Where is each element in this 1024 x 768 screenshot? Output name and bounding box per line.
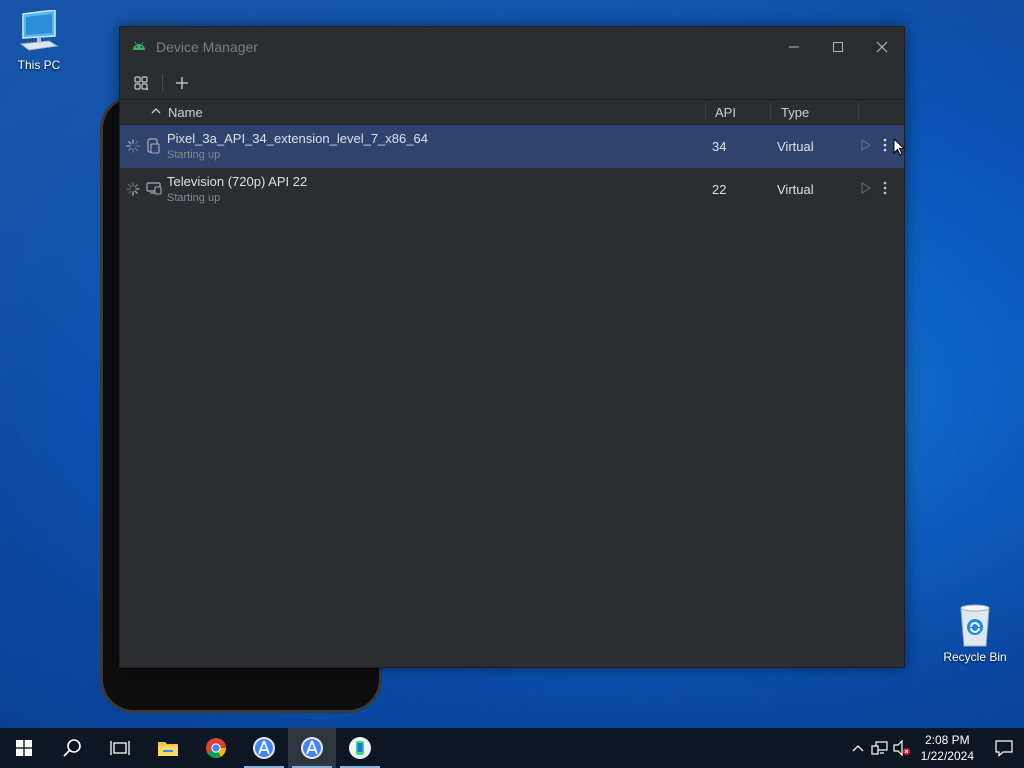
recycle-bin-icon bbox=[951, 602, 999, 648]
toolbar-separator bbox=[162, 74, 163, 92]
device-manager-window: Device Manager Name API Type Pixel_3a_AP… bbox=[119, 26, 905, 668]
desktop: This PC Recycle Bin Device Manager Name … bbox=[0, 0, 1024, 728]
column-header-type[interactable]: Type bbox=[781, 105, 809, 120]
file-explorer-icon bbox=[158, 742, 178, 756]
search-icon bbox=[63, 739, 81, 757]
device-type: Virtual bbox=[777, 139, 814, 154]
task-view-icon bbox=[110, 741, 130, 755]
taskbar: 2:08 PM 1/22/2024 bbox=[0, 728, 1024, 768]
table-row[interactable]: Television (720p) API 22 Starting up 22 … bbox=[120, 168, 904, 211]
device-api: 34 bbox=[712, 139, 727, 154]
notification-icon bbox=[995, 740, 1013, 757]
android-icon bbox=[132, 38, 146, 56]
desktop-icon-this-pc[interactable]: This PC bbox=[1, 9, 77, 72]
tv-device-icon bbox=[146, 181, 162, 200]
window-titlebar[interactable]: Device Manager bbox=[120, 27, 904, 67]
run-device-button[interactable] bbox=[860, 181, 872, 200]
device-api: 22 bbox=[712, 182, 727, 197]
network-icon bbox=[871, 741, 888, 755]
group-devices-icon bbox=[134, 76, 148, 90]
task-view-button[interactable] bbox=[96, 728, 144, 768]
device-name: Pixel_3a_API_34_extension_level_7_x86_64 bbox=[167, 131, 428, 146]
network-button[interactable] bbox=[869, 728, 891, 768]
close-button[interactable] bbox=[860, 27, 904, 67]
column-header-api[interactable]: API bbox=[715, 105, 736, 120]
column-header-name[interactable]: Name bbox=[168, 105, 203, 120]
window-controls bbox=[772, 27, 904, 67]
device-status: Starting up bbox=[167, 149, 221, 161]
add-device-button[interactable] bbox=[171, 72, 193, 94]
android-studio-button[interactable] bbox=[240, 728, 288, 768]
run-device-button[interactable] bbox=[860, 138, 872, 157]
desktop-icon-label: Recycle Bin bbox=[943, 650, 1007, 664]
group-devices-button[interactable] bbox=[130, 72, 152, 94]
emulator-button[interactable] bbox=[336, 728, 384, 768]
taskbar-clock[interactable]: 2:08 PM 1/22/2024 bbox=[913, 732, 984, 764]
sort-ascending-icon[interactable] bbox=[150, 104, 162, 121]
mouse-cursor-icon bbox=[893, 137, 906, 161]
system-tray: 2:08 PM 1/22/2024 bbox=[847, 728, 1024, 768]
more-actions-button[interactable] bbox=[882, 137, 888, 158]
maximize-button[interactable] bbox=[816, 27, 860, 67]
phone-device-icon bbox=[146, 138, 160, 159]
start-button[interactable] bbox=[0, 728, 48, 768]
desktop-icon-label: This PC bbox=[17, 58, 61, 72]
clock-time: 2:08 PM bbox=[924, 733, 970, 747]
device-toolbar bbox=[120, 67, 904, 100]
device-status: Starting up bbox=[167, 192, 221, 204]
show-hidden-icons-button[interactable] bbox=[847, 728, 869, 768]
android-studio-icon bbox=[301, 737, 323, 759]
device-type: Virtual bbox=[777, 182, 814, 197]
android-studio-button[interactable] bbox=[288, 728, 336, 768]
volume-button[interactable] bbox=[891, 728, 913, 768]
chrome-icon bbox=[206, 738, 227, 759]
more-actions-button[interactable] bbox=[882, 180, 888, 201]
computer-icon bbox=[15, 9, 63, 56]
minimize-button[interactable] bbox=[772, 27, 816, 67]
chevron-up-icon bbox=[852, 745, 864, 752]
emulator-icon bbox=[349, 737, 371, 759]
column-divider[interactable] bbox=[705, 103, 706, 121]
column-divider[interactable] bbox=[770, 103, 771, 121]
device-name: Television (720p) API 22 bbox=[167, 174, 308, 189]
action-center-button[interactable] bbox=[984, 728, 1024, 768]
volume-muted-icon bbox=[893, 740, 910, 756]
add-icon bbox=[176, 77, 188, 89]
desktop-icon-recycle-bin[interactable]: Recycle Bin bbox=[937, 602, 1013, 664]
table-header: Name API Type bbox=[120, 100, 904, 125]
search-button[interactable] bbox=[48, 728, 96, 768]
start-icon bbox=[16, 740, 32, 756]
android-studio-icon bbox=[253, 737, 275, 759]
chrome-button[interactable] bbox=[192, 728, 240, 768]
file-explorer-button[interactable] bbox=[144, 728, 192, 768]
loading-spinner-icon bbox=[126, 182, 140, 201]
table-row[interactable]: Pixel_3a_API_34_extension_level_7_x86_64… bbox=[120, 125, 904, 168]
window-title: Device Manager bbox=[156, 39, 258, 55]
loading-spinner-icon bbox=[126, 139, 140, 158]
clock-date: 1/22/2024 bbox=[920, 749, 974, 763]
column-divider[interactable] bbox=[858, 103, 859, 121]
